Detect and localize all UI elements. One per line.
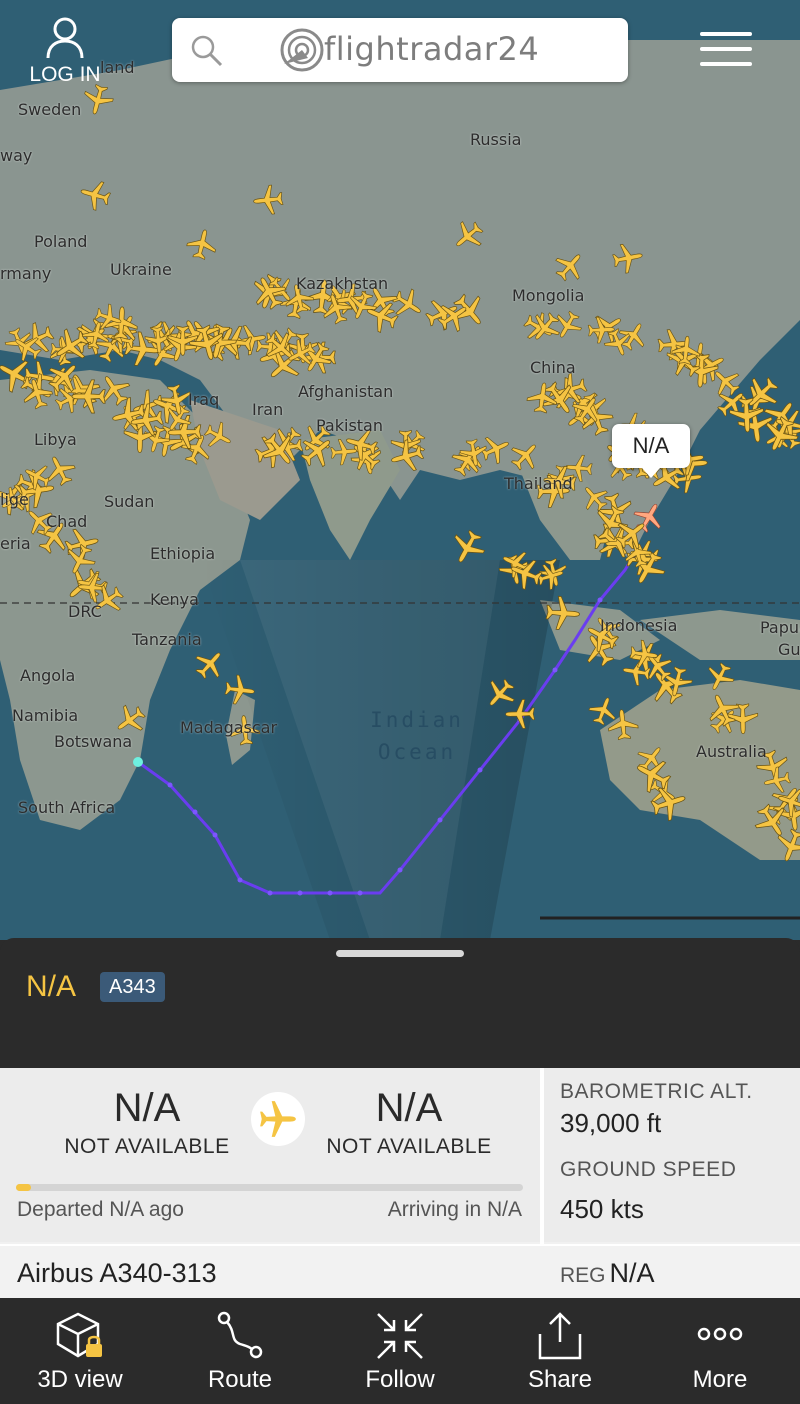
destination-airport[interactable]: N/A NOT AVAILABLE (309, 1086, 509, 1159)
login-button[interactable]: LOG IN (18, 16, 112, 87)
route-box[interactable]: N/A NOT AVAILABLE N/A NOT AVAILABLE Depa… (0, 1068, 540, 1242)
reg-label: REG (560, 1264, 606, 1287)
tab-share[interactable]: Share (480, 1298, 640, 1404)
place-label: Tanzania (132, 630, 202, 649)
follow-arrows-icon (377, 1313, 423, 1359)
place-label: Mongolia (512, 286, 585, 305)
place-label: Chad (46, 512, 88, 531)
tab-label: Follow (365, 1366, 435, 1393)
baro-alt-value: 39,000 ft (560, 1108, 662, 1138)
place-label: South Africa (18, 798, 116, 817)
place-label: Russia (470, 130, 522, 149)
tab-label: Share (527, 1366, 593, 1393)
flight-progress-fill (16, 1184, 32, 1191)
tab-label: Route (207, 1366, 273, 1393)
selected-flight-callout[interactable]: N/A (612, 424, 690, 478)
place-label: Libya (34, 430, 77, 449)
share-icon (538, 1312, 582, 1360)
radar-logo-icon (280, 28, 324, 72)
tab-more[interactable]: More (640, 1298, 800, 1404)
place-label: Thailand (504, 474, 573, 493)
place-label: China (530, 358, 576, 377)
origin-code: N/A (113, 1086, 181, 1130)
hamburger-menu-icon[interactable] (700, 32, 752, 68)
place-label: DRC (68, 602, 102, 621)
aircraft-row[interactable]: Airbus A340-313 REG N/A (0, 1244, 800, 1300)
registration: REG N/A (560, 1258, 655, 1289)
place-label: Ethiopia (150, 544, 216, 563)
place-label: Botswana (54, 732, 133, 751)
place-label: Namibia (12, 706, 79, 725)
sheet-drag-handle[interactable] (336, 950, 464, 957)
search-icon (191, 35, 223, 67)
origin-name: NOT AVAILABLE (64, 1135, 230, 1158)
flight-stats: BAROMETRIC ALT. 39,000 ft GROUND SPEED 4… (544, 1068, 800, 1242)
place-label: Sudan (104, 492, 155, 511)
map-base (0, 0, 800, 940)
flight-sheet-header[interactable]: N/A A343 (0, 938, 800, 1068)
ocean-label: Indian Ocean (370, 708, 464, 764)
ground-speed-value: 450 kts (560, 1194, 644, 1224)
place-label: way (0, 146, 33, 165)
tab-follow[interactable]: Follow (320, 1298, 480, 1404)
flight-info-panel: N/A NOT AVAILABLE N/A NOT AVAILABLE Depa… (0, 1068, 800, 1300)
destination-code: N/A (375, 1086, 443, 1130)
place-label: Indonesia (600, 616, 678, 635)
place-label: rmany (0, 264, 52, 283)
login-label: LOG IN (29, 63, 101, 86)
place-label: Ukraine (110, 260, 172, 279)
map-view[interactable]: Russia Sweden way land Poland rmany Ukra… (0, 0, 800, 940)
place-label: Iran (252, 400, 284, 419)
route-plane-icon (251, 1092, 305, 1146)
place-label: eria (0, 534, 31, 553)
place-label: Kenya (150, 590, 199, 609)
place-label: Papua (760, 618, 800, 637)
flight-progress-bar (16, 1184, 523, 1191)
place-label: Iraq (188, 390, 220, 409)
user-icon (46, 17, 84, 59)
ground-speed-label: GROUND SPEED (560, 1158, 737, 1181)
search-bar[interactable]: flightradar24 (172, 18, 628, 82)
place-label: Australia (696, 742, 767, 761)
aircraft-type-badge: A343 (100, 972, 165, 1002)
departed-text: Departed N/A ago (17, 1198, 184, 1221)
route-icon (217, 1311, 263, 1359)
bottom-tab-bar: 3D view Route Follow Share More (0, 1298, 800, 1404)
origin-airport[interactable]: N/A NOT AVAILABLE (47, 1086, 247, 1159)
place-label: Poland (34, 232, 88, 251)
place-label: lige (0, 490, 29, 509)
tab-label: More (692, 1366, 748, 1393)
tab-route[interactable]: Route (160, 1298, 320, 1404)
arriving-text: Arriving in N/A (387, 1198, 522, 1221)
baro-alt-label: BAROMETRIC ALT. (560, 1080, 753, 1103)
search-logo-text: flightradar24 (324, 30, 540, 68)
cube-lock-icon (56, 1312, 102, 1358)
aircraft-model: Airbus A340-313 (17, 1258, 217, 1288)
place-label: Madagascar (180, 718, 278, 737)
place-label: Gu (778, 640, 800, 659)
place-label: Kazakhstan (296, 274, 389, 293)
tab-label: 3D view (37, 1366, 123, 1393)
flight-callsign: N/A (26, 970, 77, 1003)
place-label: Afghanistan (298, 382, 394, 401)
reg-value: N/A (609, 1258, 655, 1288)
place-label: Sweden (18, 100, 82, 119)
place-label: Pakistan (316, 416, 383, 435)
more-dots-icon (697, 1327, 743, 1341)
tab-3d-view[interactable]: 3D view (0, 1298, 160, 1404)
place-label: Angola (20, 666, 76, 685)
destination-name: NOT AVAILABLE (326, 1135, 492, 1158)
